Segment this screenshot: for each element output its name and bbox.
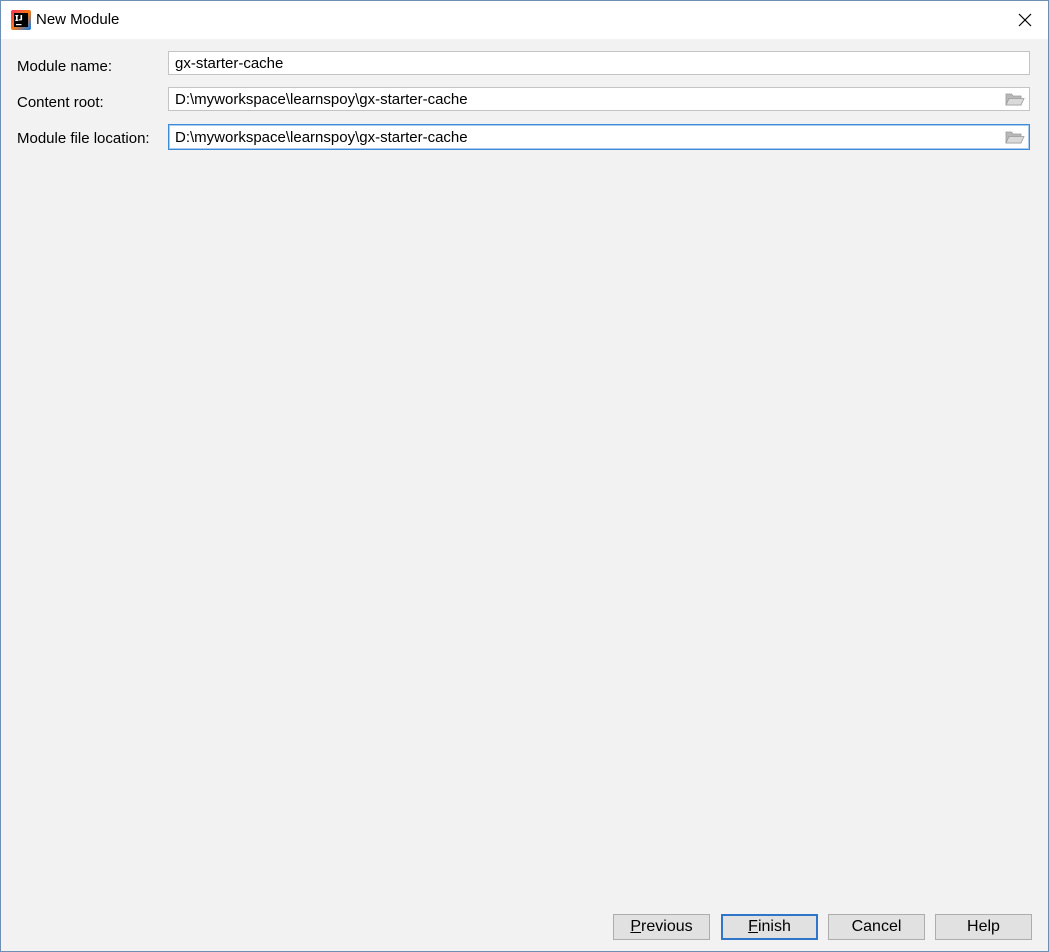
close-button[interactable]: [1002, 1, 1048, 39]
folder-open-icon[interactable]: [1005, 129, 1025, 145]
intellij-idea-icon: [11, 10, 31, 30]
previous-mnemonic: P: [630, 918, 642, 935]
close-icon: [1018, 13, 1032, 27]
module-name-label: Module name:: [17, 58, 113, 75]
finish-button[interactable]: Finish: [721, 914, 818, 940]
new-module-dialog: New Module Module name: Content root: Mo…: [0, 0, 1049, 952]
finish-label: inish: [757, 918, 791, 935]
cancel-button[interactable]: Cancel: [828, 914, 925, 940]
finish-mnemonic: F: [748, 918, 758, 935]
module-name-field: [168, 51, 1030, 75]
module-file-location-field: [168, 124, 1030, 150]
module-file-location-label: Module file location:: [17, 130, 150, 147]
title-bar: New Module: [1, 1, 1048, 39]
content-root-input[interactable]: [169, 88, 995, 110]
content-root-label: Content root:: [17, 94, 104, 111]
module-name-input[interactable]: [169, 52, 1025, 74]
folder-open-icon[interactable]: [1005, 91, 1025, 107]
previous-button[interactable]: Previous: [613, 914, 710, 940]
content-root-field: [168, 87, 1030, 111]
help-button[interactable]: Help: [935, 914, 1032, 940]
window-title: New Module: [36, 11, 120, 28]
previous-label: revious: [641, 918, 693, 935]
module-file-location-input[interactable]: [169, 125, 995, 149]
